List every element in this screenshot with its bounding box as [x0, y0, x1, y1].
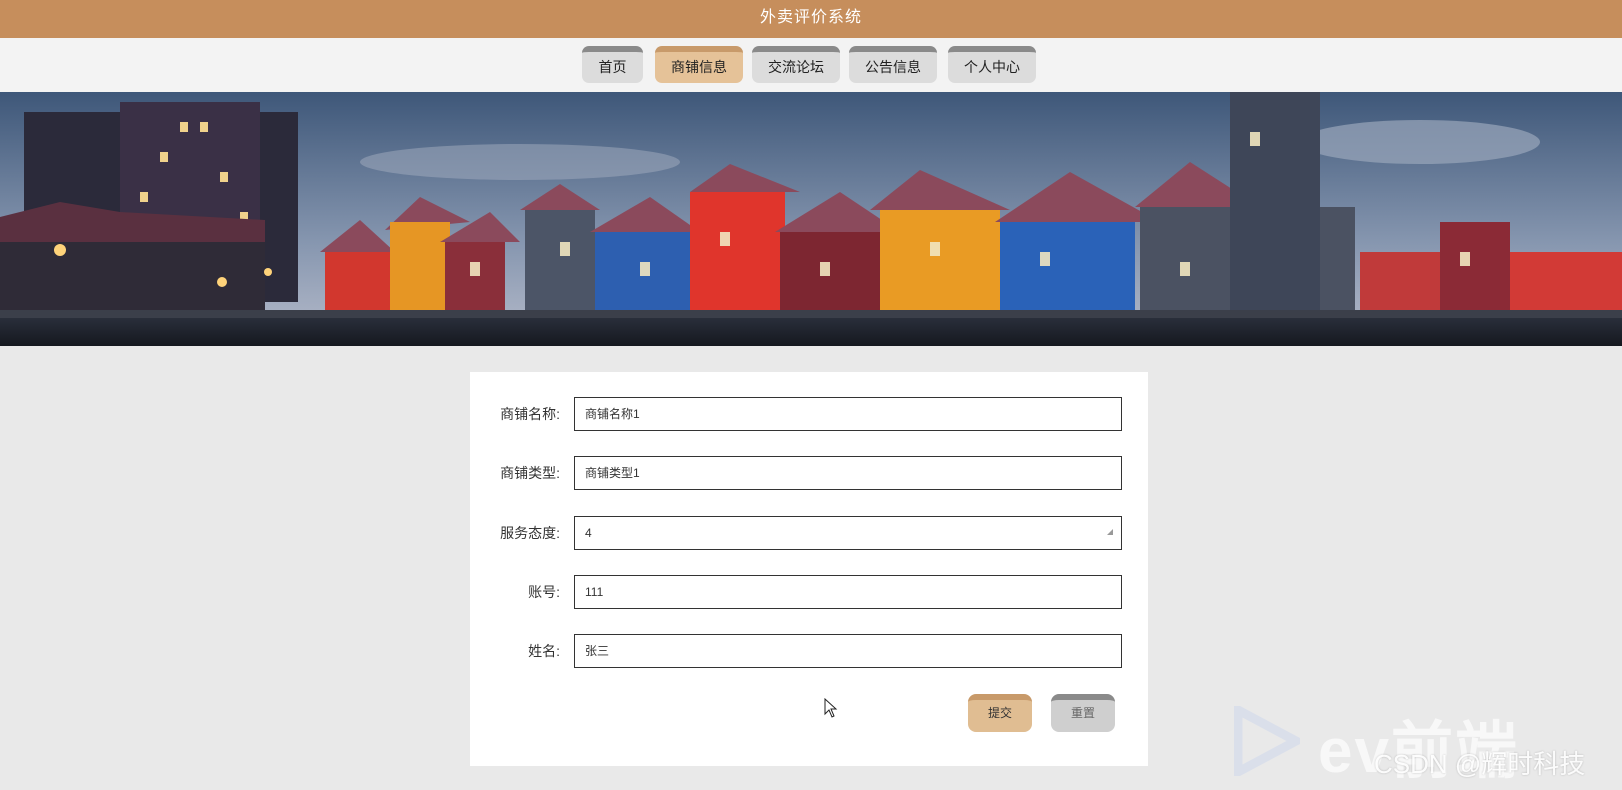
service-attitude-select[interactable]: 4 [574, 516, 1122, 550]
form-row-service-attitude: 服务态度: 4 [470, 516, 1148, 550]
account-label: 账号: [528, 584, 560, 600]
nav-shop-info[interactable]: 商铺信息 [655, 46, 743, 83]
form-row-shop-type: 商铺类型: 商铺类型1 [470, 456, 1148, 490]
shop-info-form: 商铺名称: 商铺名称1 商铺类型: 商铺类型1 服务态度: 4 账号: 111 … [470, 372, 1148, 766]
app-title: 外卖评价系统 [0, 0, 1622, 38]
shop-type-label: 商铺类型: [500, 465, 560, 481]
service-attitude-value: 4 [585, 526, 592, 540]
nav-personal-center[interactable]: 个人中心 [948, 46, 1036, 83]
service-attitude-label: 服务态度: [500, 525, 560, 541]
shop-name-label: 商铺名称: [500, 406, 560, 422]
shop-name-input[interactable]: 商铺名称1 [574, 397, 1122, 431]
play-logo-icon [1233, 702, 1306, 781]
reset-button[interactable]: 重置 [1051, 694, 1115, 732]
nav-announcements[interactable]: 公告信息 [849, 46, 937, 83]
banner-image [0, 92, 1622, 346]
shop-type-input[interactable]: 商铺类型1 [574, 456, 1122, 490]
top-nav: 首页 商铺信息 交流论坛 公告信息 个人中心 [0, 38, 1622, 92]
form-row-account: 账号: 111 [470, 575, 1148, 609]
mouse-pointer-icon [824, 697, 838, 723]
nav-forum[interactable]: 交流论坛 [752, 46, 840, 83]
form-row-shop-name: 商铺名称: 商铺名称1 [470, 397, 1148, 431]
dropdown-arrow-icon [1107, 529, 1113, 535]
account-input[interactable]: 111 [574, 575, 1122, 609]
watermark-csdn-text: CSDN @辉时科技 [1374, 749, 1586, 779]
form-row-name: 姓名: 张三 [470, 634, 1148, 668]
submit-button[interactable]: 提交 [968, 694, 1032, 732]
name-label: 姓名: [528, 643, 560, 659]
nav-home[interactable]: 首页 [582, 46, 643, 83]
name-input[interactable]: 张三 [574, 634, 1122, 668]
